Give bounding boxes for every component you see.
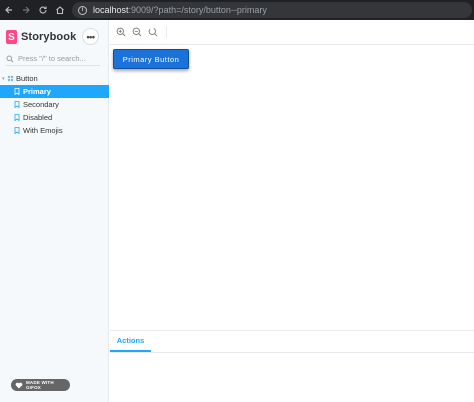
sidebar-item-label: With Emojis <box>23 126 63 135</box>
primary-button[interactable]: Primary Button <box>113 49 189 69</box>
sidebar-item-secondary[interactable]: Secondary <box>0 98 109 111</box>
browser-toolbar: i localhost :9009/?path=/story/button--p… <box>0 0 474 20</box>
bookmark-icon <box>14 127 20 134</box>
reload-icon[interactable] <box>36 0 50 20</box>
zoom-in-button[interactable] <box>115 26 127 38</box>
sidebar-item-disabled[interactable]: Disabled <box>0 111 109 124</box>
site-info-icon[interactable]: i <box>78 5 87 15</box>
story-tree: ▾ Button Primary Secondary Disabled With… <box>0 72 109 137</box>
ellipsis-icon: ••• <box>86 31 95 42</box>
badge-text: MADE WITH GIFOX <box>25 380 54 390</box>
zoom-reset-icon <box>148 27 158 37</box>
tree-group-label: Button <box>16 74 38 83</box>
url-host: localhost <box>93 5 129 15</box>
zoom-reset-button[interactable] <box>147 26 159 38</box>
browser-nav-group <box>0 0 67 20</box>
search-input[interactable] <box>18 54 98 63</box>
address-bar[interactable]: i localhost :9009/?path=/story/button--p… <box>72 2 472 18</box>
preview-toolbar <box>110 20 474 45</box>
back-icon[interactable] <box>2 0 16 20</box>
sidebar-item-label: Primary <box>23 87 51 96</box>
zoom-out-icon <box>132 27 142 37</box>
heart-icon <box>15 382 23 388</box>
panel-divider <box>110 352 474 353</box>
zoom-out-button[interactable] <box>131 26 143 38</box>
sidebar-item-primary[interactable]: Primary <box>0 85 109 98</box>
menu-button[interactable]: ••• <box>82 28 99 45</box>
home-icon[interactable] <box>53 0 67 20</box>
search-icon <box>6 55 14 63</box>
storybook-logo-icon: S <box>6 30 17 44</box>
url-path: :9009/?path=/story/button--primary <box>128 5 267 15</box>
storybook-brand[interactable]: S Storybook <box>6 29 76 45</box>
forward-icon[interactable] <box>19 0 33 20</box>
toolbar-divider <box>166 26 167 38</box>
sidebar-item-label: Secondary <box>23 100 59 109</box>
bookmark-icon <box>14 114 20 121</box>
sidebar: S Storybook ••• ▾ Button Primary <box>0 20 109 402</box>
app-window: i localhost :9009/?path=/story/button--p… <box>0 0 474 402</box>
bookmark-icon <box>14 101 20 108</box>
component-icon <box>7 75 14 82</box>
zoom-in-icon <box>116 27 126 37</box>
sidebar-item-with-emojis[interactable]: With Emojis <box>0 124 109 137</box>
tab-actions[interactable]: Actions <box>110 331 151 352</box>
addons-panel: Actions <box>110 330 474 402</box>
tree-group-button[interactable]: ▾ Button <box>0 72 109 85</box>
search-bar <box>6 52 100 66</box>
gifox-badge: MADE WITH GIFOX <box>11 379 70 391</box>
story-preview: Primary Button <box>110 46 474 330</box>
brand-title: Storybook <box>21 31 77 43</box>
sidebar-item-label: Disabled <box>23 113 53 122</box>
chevron-down-icon: ▾ <box>2 75 5 82</box>
bookmark-icon <box>14 88 20 95</box>
